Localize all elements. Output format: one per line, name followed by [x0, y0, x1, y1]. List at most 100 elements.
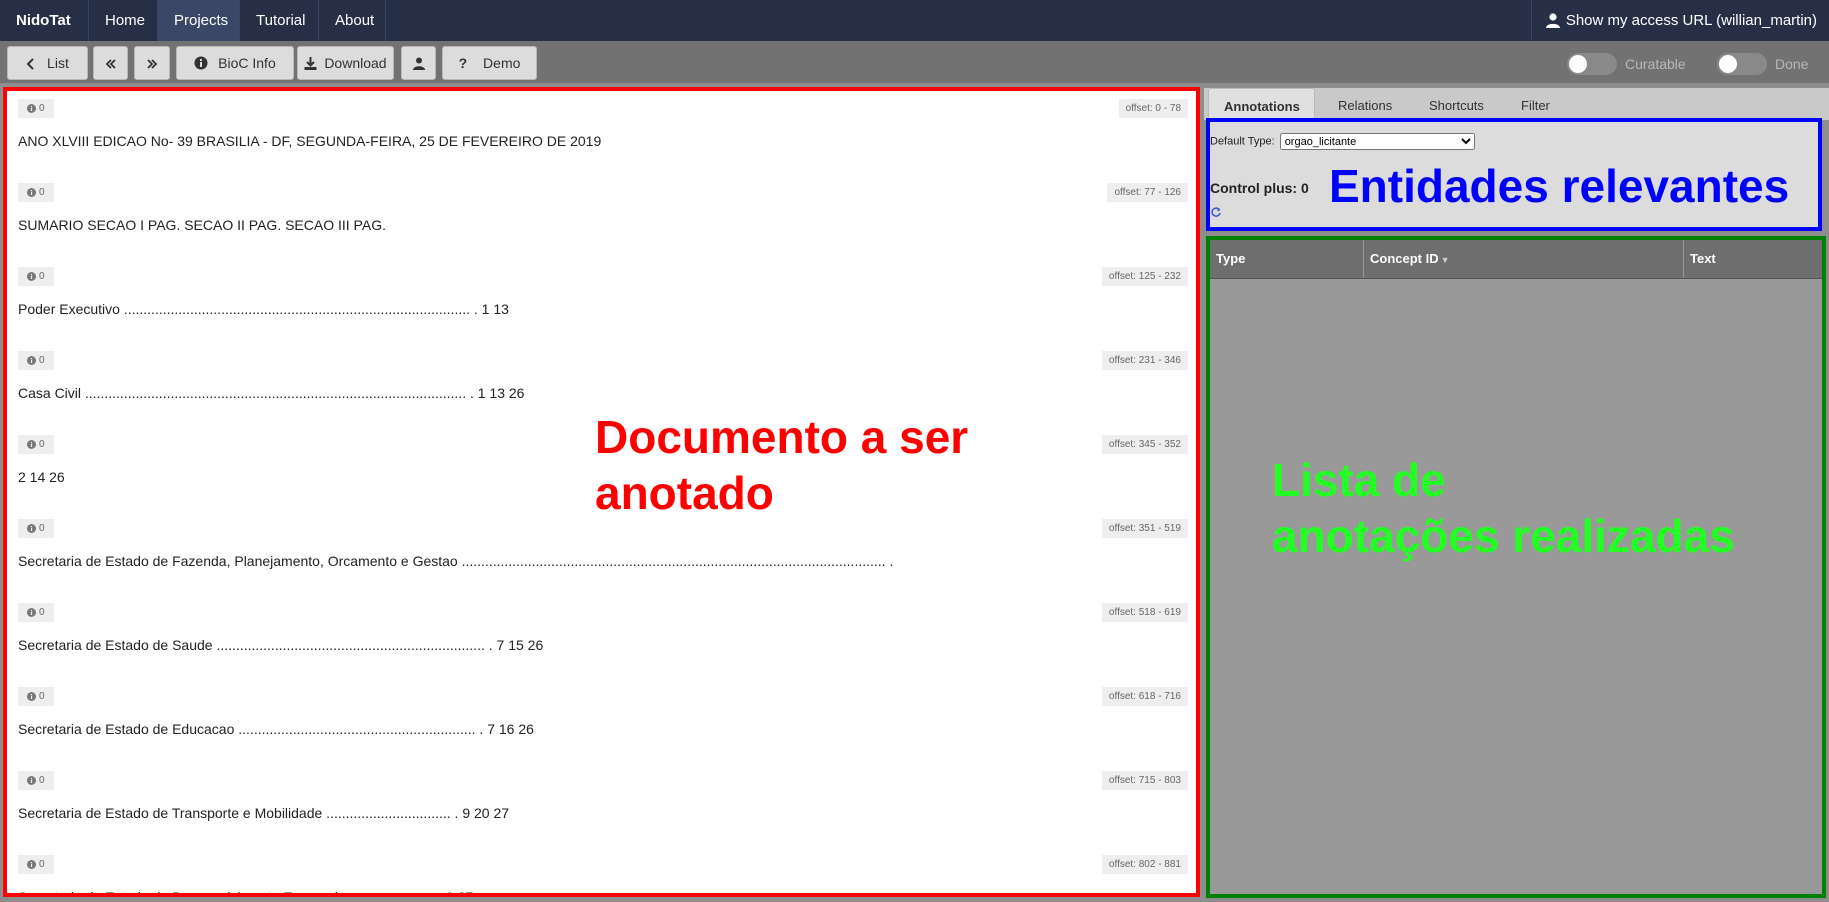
- annotation-table-header: Type Concept ID ▼ Text: [1210, 240, 1822, 279]
- list-button[interactable]: List: [7, 46, 88, 80]
- last-button[interactable]: [134, 46, 170, 80]
- passage-text[interactable]: Secretaria de Estado de Fazenda, Planeja…: [18, 553, 893, 569]
- list-overlay-line-2: anotações realizadas: [1272, 510, 1735, 562]
- passage[interactable]: 0 offset: 351 - 519 Secretaria de Estado d…: [7, 515, 1196, 599]
- passage-text[interactable]: Secretaria de Estado de Saude ..........…: [18, 637, 543, 653]
- download-button[interactable]: Download: [297, 46, 394, 80]
- passage-text[interactable]: Secretaria de Estado de Transporte e Mob…: [18, 805, 509, 821]
- tab-filter[interactable]: Filter: [1506, 88, 1565, 120]
- passage-offset-badge: offset: 518 - 619: [1101, 603, 1188, 622]
- curatable-switch[interactable]: [1567, 53, 1617, 75]
- nav-about[interactable]: About: [319, 0, 385, 41]
- demo-button[interactable]: ? Demo: [442, 46, 537, 80]
- user-icon: [1545, 13, 1560, 28]
- passage-offset-badge: offset: 715 - 803: [1101, 771, 1188, 790]
- info-icon: [27, 440, 36, 449]
- control-plus-counter: Control plus: 0: [1210, 180, 1309, 196]
- passage-text[interactable]: Secretaria de Estado de Educacao .......…: [18, 721, 534, 737]
- annotation-count-value: 0: [39, 523, 45, 534]
- annotation-count-badge[interactable]: 0: [18, 267, 54, 286]
- column-concept-id-label: Concept ID: [1370, 251, 1439, 266]
- annotation-count-badge[interactable]: 0: [18, 687, 54, 706]
- bioc-info-button[interactable]: BioC Info: [176, 46, 294, 80]
- passage-offset-badge: offset: 231 - 346: [1101, 351, 1188, 370]
- annotation-count-badge[interactable]: 0: [18, 351, 54, 370]
- annotation-count-value: 0: [39, 775, 45, 786]
- tab-relations[interactable]: Relations: [1323, 88, 1407, 120]
- annotation-count-badge[interactable]: 0: [18, 855, 54, 874]
- passage-offset-badge: offset: 345 - 352: [1101, 435, 1188, 454]
- passage-text[interactable]: SUMARIO SECAO I PAG. SECAO II PAG. SECAO…: [18, 217, 386, 233]
- annotation-count-value: 0: [39, 607, 45, 618]
- passage-text[interactable]: 2 14 26: [18, 469, 65, 485]
- annotation-count-badge[interactable]: 0: [18, 519, 54, 538]
- passage[interactable]: 0 offset: 518 - 619 Secretaria de Estado d…: [7, 599, 1196, 683]
- annotation-count-value: 0: [39, 439, 45, 450]
- passage-text[interactable]: Poder Executivo ........................…: [18, 301, 509, 317]
- default-type-row: Default Type: orgao_licitante: [1210, 133, 1475, 150]
- access-url-link[interactable]: Show my access URL (willian_martin): [1530, 0, 1829, 41]
- info-icon: [27, 104, 36, 113]
- curatable-label: Curatable: [1625, 56, 1686, 72]
- column-type-label: Type: [1216, 251, 1246, 266]
- annotation-count-badge[interactable]: 0: [18, 99, 54, 118]
- document-overlay-line: anotado: [595, 467, 774, 519]
- double-chevron-right-icon: [147, 59, 158, 69]
- nav-home[interactable]: Home: [89, 0, 157, 41]
- refresh-icon[interactable]: [1211, 207, 1221, 217]
- toolbar: List BioC Info Download ? Demo Curatable…: [0, 41, 1829, 83]
- passage[interactable]: 0 offset: 715 - 803 Secretaria de Estado d…: [7, 767, 1196, 851]
- annotation-count-value: 0: [39, 355, 45, 366]
- passage-text[interactable]: Secretaria de Estado de Desenvolvimento …: [18, 889, 473, 893]
- access-url-label: Show my access URL (willian_martin): [1565, 12, 1817, 29]
- annotation-count-badge[interactable]: 0: [18, 603, 54, 622]
- right-panel-tabs: Annotations Relations Shortcuts Filter: [1204, 88, 1829, 120]
- passage-text[interactable]: ANO XLVIII EDICAO No- 39 BRASILIA - DF, …: [18, 133, 601, 149]
- sort-desc-icon: ▼: [1440, 255, 1450, 265]
- info-icon: [27, 272, 36, 281]
- tab-annotations[interactable]: Annotations: [1208, 88, 1315, 120]
- column-concept-id-header[interactable]: Concept ID ▼: [1364, 240, 1684, 278]
- annotation-count-badge[interactable]: 0: [18, 183, 54, 202]
- annotation-count-value: 0: [39, 103, 45, 114]
- nav-divider: [385, 0, 386, 41]
- info-icon: [27, 692, 36, 701]
- annotation-count-badge[interactable]: 0: [18, 771, 54, 790]
- annotation-count-value: 0: [39, 859, 45, 870]
- default-type-select[interactable]: orgao_licitante: [1279, 133, 1475, 150]
- passage[interactable]: 0 offset: 77 - 126 SUMARIO SECAO I PAG. SE…: [7, 179, 1196, 263]
- passage-offset-badge: offset: 802 - 881: [1101, 855, 1188, 874]
- download-label: Download: [324, 55, 387, 71]
- done-switch[interactable]: [1717, 53, 1767, 75]
- passage[interactable]: 0 offset: 802 - 881 Secretaria de Estado d…: [7, 851, 1196, 893]
- document-overlay-label: Documento a ser anotado: [595, 409, 968, 521]
- column-text-header[interactable]: Text: [1684, 240, 1822, 278]
- tab-shortcuts[interactable]: Shortcuts: [1414, 88, 1499, 120]
- demo-label: Demo: [483, 55, 521, 71]
- nav-projects[interactable]: Projects: [158, 0, 239, 41]
- user-icon: [412, 57, 425, 70]
- list-overlay-label: Lista de anotações realizadas: [1272, 452, 1735, 564]
- column-type-header[interactable]: Type: [1210, 240, 1364, 278]
- question-icon: ?: [458, 55, 468, 71]
- chevron-left-icon: [26, 58, 34, 70]
- passage-offset-badge: offset: 618 - 716: [1101, 687, 1188, 706]
- passage[interactable]: 0 offset: 125 - 232 Poder Executivo ......…: [7, 263, 1196, 347]
- column-text-label: Text: [1690, 251, 1716, 266]
- done-toggle[interactable]: Done: [1717, 53, 1808, 75]
- first-button[interactable]: [93, 46, 128, 80]
- passage-offset-badge: offset: 351 - 519: [1101, 519, 1188, 538]
- passage-offset-badge: offset: 125 - 232: [1101, 267, 1188, 286]
- double-chevron-left-icon: [105, 59, 116, 69]
- curatable-toggle[interactable]: Curatable: [1567, 53, 1686, 75]
- nav-tutorial[interactable]: Tutorial: [240, 0, 318, 41]
- user-button[interactable]: [401, 46, 436, 80]
- info-icon: [27, 524, 36, 533]
- passage[interactable]: 0 offset: 618 - 716 Secretaria de Estado d…: [7, 683, 1196, 767]
- list-overlay-line-1: Lista de: [1272, 454, 1446, 506]
- brand-logo[interactable]: NidoTat: [16, 0, 71, 41]
- annotation-count-badge[interactable]: 0: [18, 435, 54, 454]
- passage[interactable]: 0 offset: 0 - 78 ANO XLVIII EDICAO No- 39 …: [7, 95, 1196, 179]
- passage-text[interactable]: Casa Civil .............................…: [18, 385, 524, 401]
- annotation-list: Type Concept ID ▼ Text Lista de anotações…: [1206, 236, 1826, 898]
